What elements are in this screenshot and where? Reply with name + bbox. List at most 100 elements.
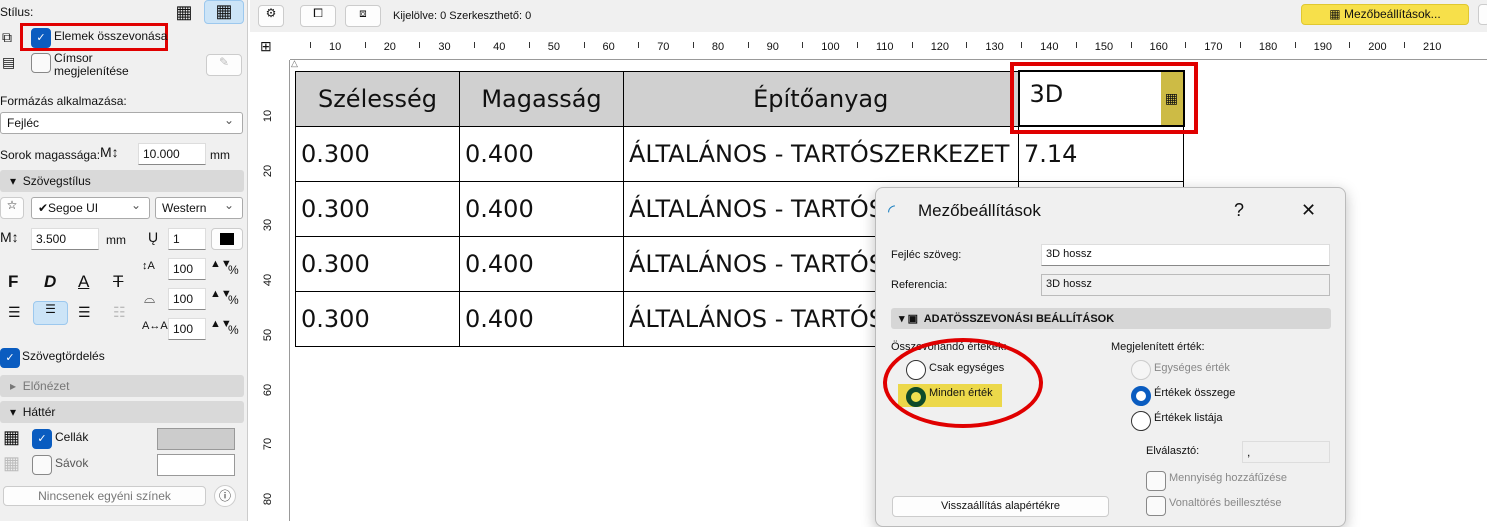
ruler-label: 80 bbox=[711, 41, 725, 53]
overflow-button[interactable] bbox=[1478, 4, 1487, 25]
align-center-button[interactable]: ☰ bbox=[33, 301, 68, 325]
justify-button[interactable]: ☷ bbox=[113, 304, 126, 321]
table-cell[interactable]: 0.300 bbox=[295, 180, 460, 237]
select-3d-button[interactable]: ⧈ bbox=[345, 5, 381, 27]
reference-field: 3D hossz bbox=[1041, 274, 1330, 296]
ruler-label: 180 bbox=[1258, 41, 1278, 53]
style-label: Stílus: bbox=[0, 5, 34, 19]
top-toolbar: ⚙ ⧠ ⧈ Kijelölve: 0 Szerkeszthető: 0 ▦ Me… bbox=[250, 0, 1487, 32]
pen-input[interactable]: 1 bbox=[168, 228, 206, 250]
apply-format-select[interactable]: Fejléc bbox=[0, 112, 243, 134]
append-quantity-checkbox[interactable] bbox=[1146, 471, 1166, 491]
char-spacing-input[interactable]: 100 bbox=[168, 318, 206, 340]
separator-input[interactable]: , bbox=[1242, 441, 1330, 463]
table-cell[interactable]: 0.300 bbox=[295, 125, 460, 182]
row-height-input[interactable]: 10.000 bbox=[138, 143, 206, 165]
table-insert-icon[interactable]: ⊞ bbox=[260, 38, 272, 55]
table-row: 0.300 0.400 ÁLTALÁNOS - TARTÓSZERKEZET 7.14 bbox=[295, 125, 1184, 182]
ruler-label: 170 bbox=[1204, 41, 1223, 53]
radio-uniform-value[interactable] bbox=[1131, 360, 1151, 380]
help-button[interactable]: ? bbox=[1234, 200, 1244, 221]
cells-checkbox[interactable]: ✓ bbox=[32, 429, 52, 449]
text-style-section[interactable]: ▾ Szövegstílus bbox=[0, 170, 244, 192]
table-cell[interactable]: 0.300 bbox=[295, 290, 460, 347]
table-cell[interactable]: 0.400 bbox=[459, 235, 624, 292]
percent-label: % bbox=[228, 293, 239, 307]
ruler-tick bbox=[474, 42, 476, 48]
char-spacing-icon: A↔A bbox=[142, 320, 168, 332]
charset-select[interactable]: Western bbox=[155, 197, 243, 219]
reset-defaults-button[interactable]: Visszaállítás alapértékre bbox=[892, 496, 1109, 517]
select-frame-button[interactable]: ⧠ bbox=[300, 5, 336, 27]
merge-items-checkbox[interactable]: ✓ bbox=[31, 28, 51, 48]
underline-button[interactable]: A bbox=[78, 272, 89, 292]
ruler-label: 200 bbox=[1368, 41, 1387, 53]
table-cell[interactable]: ÁLTALÁNOS - TARTÓSZERKEZET bbox=[623, 125, 1019, 182]
show-header-checkbox[interactable] bbox=[31, 53, 51, 73]
header-cell[interactable]: Építőanyag bbox=[623, 70, 1019, 127]
strikethrough-button[interactable]: T bbox=[113, 272, 123, 292]
ruler-label: 30 bbox=[262, 219, 275, 232]
ruler-label: 150 bbox=[1094, 41, 1114, 53]
ruler-tick bbox=[1404, 42, 1405, 48]
table-cell[interactable]: 0.400 bbox=[459, 180, 624, 237]
settings-gear-icon[interactable]: ⚙ bbox=[258, 5, 284, 27]
ruler-label: 70 bbox=[262, 438, 275, 451]
header-cell[interactable]: Szélesség bbox=[295, 70, 460, 127]
ruler-label: 160 bbox=[1149, 41, 1168, 53]
wrap-label: Szövegtördelés bbox=[22, 349, 105, 363]
width-factor-input[interactable]: 100 bbox=[168, 288, 206, 310]
ruler-tick bbox=[966, 42, 968, 48]
bands-color-swatch[interactable] bbox=[157, 454, 235, 476]
radio-sum-values[interactable] bbox=[1131, 386, 1151, 406]
align-left-button[interactable]: ☰ bbox=[8, 304, 21, 321]
background-section[interactable]: ▾ Háttér bbox=[0, 401, 244, 423]
italic-button[interactable]: D bbox=[44, 272, 56, 292]
table-cell[interactable]: 0.400 bbox=[459, 125, 624, 182]
edit-pencil-button[interactable]: ✎ bbox=[206, 54, 242, 76]
merge-settings-section[interactable]: ▾ ▣ ADATÖSSZEVONÁSI BEÁLLÍTÁSOK bbox=[891, 308, 1331, 329]
ruler-label: 60 bbox=[262, 383, 275, 396]
no-custom-colors-button[interactable]: Nincsenek egyéni színek bbox=[3, 486, 206, 506]
table-style-selected-button[interactable]: ▦ bbox=[204, 0, 244, 24]
info-icon[interactable]: ⓘ bbox=[214, 485, 236, 507]
font-select[interactable]: ✔Segoe UI bbox=[31, 197, 150, 219]
bands-checkbox[interactable] bbox=[32, 455, 52, 475]
favorites-star-icon[interactable]: ☆ bbox=[0, 197, 24, 219]
pen-color-button[interactable] bbox=[211, 228, 243, 250]
ruler-label: 90 bbox=[766, 41, 779, 53]
highlight-box bbox=[1010, 62, 1198, 134]
cells-color-swatch[interactable] bbox=[157, 428, 235, 450]
ruler-divider bbox=[289, 60, 290, 521]
wrap-checkbox[interactable]: ✓ bbox=[0, 348, 20, 368]
ruler-label: 120 bbox=[930, 41, 950, 53]
field-settings-label: Mezőbeállítások... bbox=[1343, 7, 1441, 21]
text-size-input[interactable]: 3.500 bbox=[31, 228, 99, 250]
header-cell[interactable]: Magasság bbox=[459, 70, 624, 127]
list-values-label: Értékek listája bbox=[1154, 412, 1223, 424]
show-header-line1: Címsor bbox=[54, 51, 93, 65]
bold-button[interactable]: F bbox=[8, 272, 18, 292]
line-spacing-input[interactable]: 100 bbox=[168, 258, 206, 280]
ruler-tick bbox=[528, 42, 530, 48]
insert-linebreak-checkbox[interactable] bbox=[1146, 496, 1166, 516]
background-title: Háttér bbox=[22, 405, 56, 419]
header-icon: ▤ bbox=[2, 54, 16, 70]
close-button[interactable]: ✕ bbox=[1301, 200, 1316, 221]
text-size-icon: M↕ bbox=[0, 229, 19, 245]
align-right-button[interactable]: ☰ bbox=[78, 304, 91, 321]
ruler-label: 110 bbox=[876, 41, 894, 53]
header-text-input[interactable]: 3D hossz bbox=[1041, 244, 1330, 266]
table-cell[interactable]: 0.400 bbox=[459, 290, 624, 347]
preview-section[interactable]: ▸ Előnézet bbox=[0, 375, 244, 397]
text-style-title: Szövegstílus bbox=[22, 174, 91, 188]
table-cell[interactable]: 0.300 bbox=[295, 235, 460, 292]
ruler-tick bbox=[802, 42, 804, 48]
table-cell[interactable]: 7.14 bbox=[1018, 125, 1184, 182]
ruler-tick bbox=[1075, 42, 1077, 48]
vertical-ruler: 10 20 30 40 50 60 70 80 bbox=[258, 60, 290, 521]
radio-list-values[interactable] bbox=[1131, 411, 1151, 431]
table-style-icon[interactable]: ▦ bbox=[172, 2, 196, 24]
field-settings-button[interactable]: ▦ Mezőbeállítások... bbox=[1301, 4, 1469, 25]
ruler-label: 140 bbox=[1040, 41, 1059, 53]
